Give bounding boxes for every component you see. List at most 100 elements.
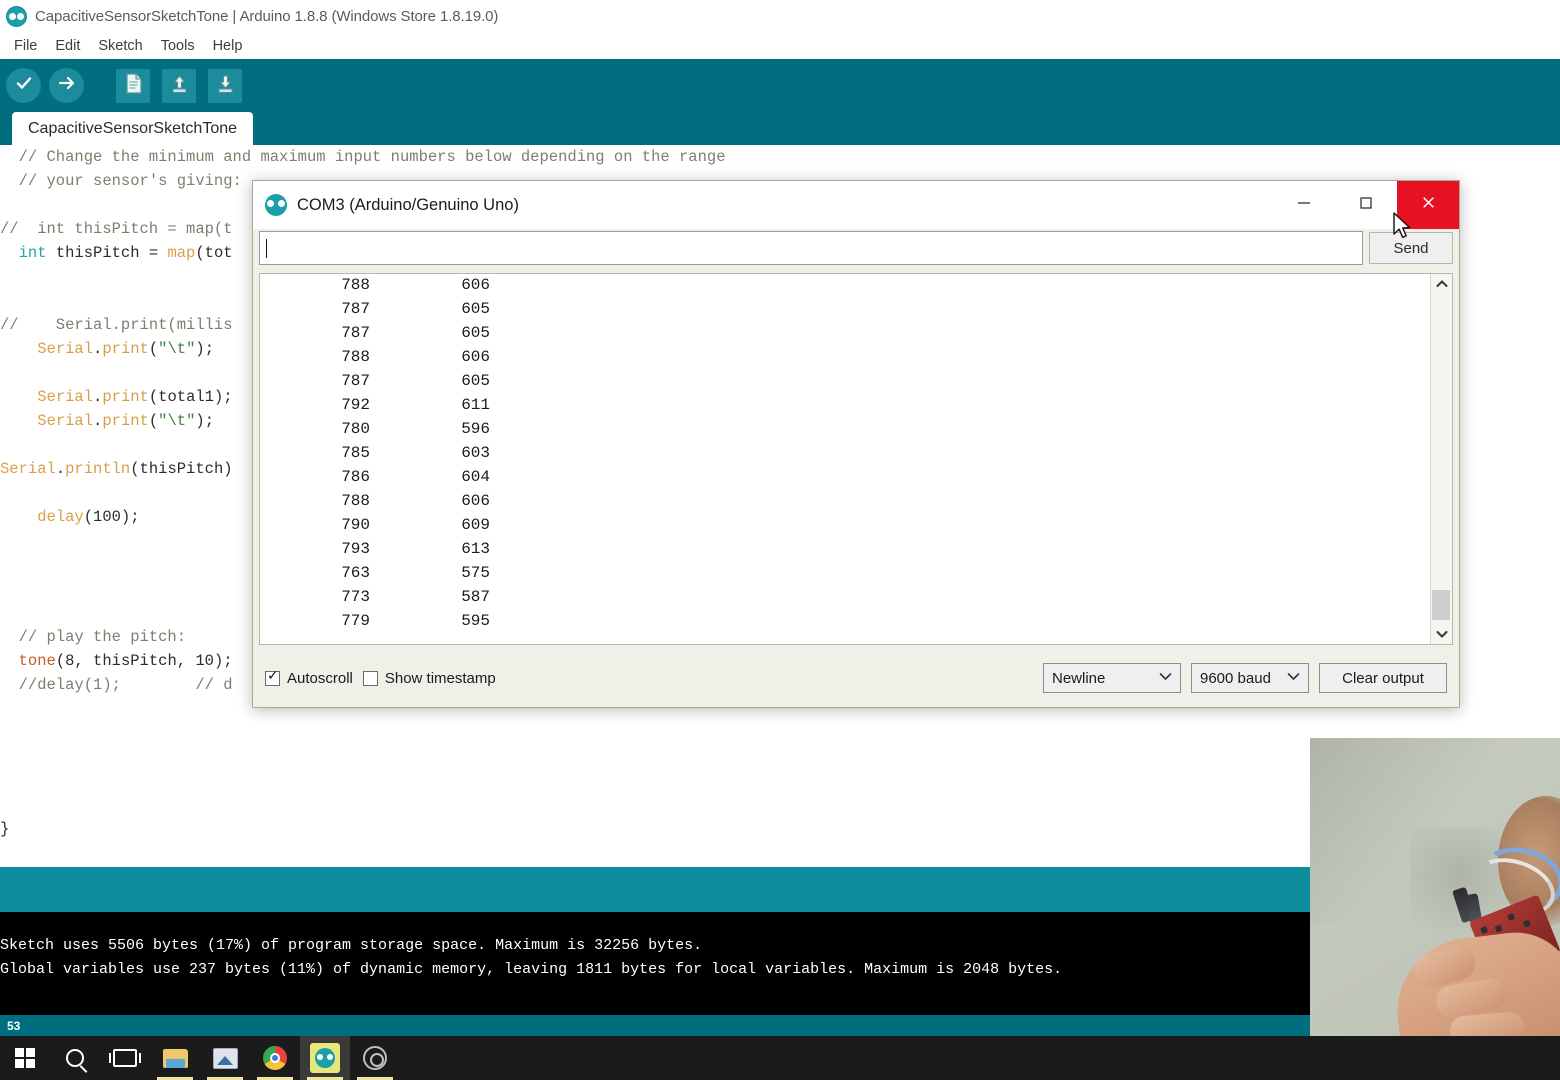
minimize-icon	[1296, 195, 1312, 216]
menu-item-file[interactable]: File	[6, 36, 45, 56]
output-row: 793 613	[260, 540, 1452, 564]
show-timestamp-label: Show timestamp	[384, 669, 496, 687]
output-col1: 785	[341, 444, 370, 462]
scrollbar-thumb[interactable]	[1432, 590, 1450, 620]
output-col2: 595	[461, 612, 490, 630]
baud-rate-select[interactable]: 9600 baud	[1191, 663, 1309, 693]
output-col2: 603	[461, 444, 490, 462]
show-timestamp-checkbox[interactable]: Show timestamp	[362, 669, 496, 687]
output-col1: 788	[341, 276, 370, 294]
output-row: 779 595	[260, 612, 1452, 636]
output-col1: 790	[341, 516, 370, 534]
output-col2: 605	[461, 372, 490, 390]
upload-button[interactable]	[49, 68, 84, 103]
output-col1: 763	[341, 564, 370, 582]
output-row: 763 575	[260, 564, 1452, 588]
output-row: 790 609	[260, 516, 1452, 540]
output-row: 788 606	[260, 492, 1452, 516]
autoscroll-label: Autoscroll	[287, 669, 353, 687]
checkbox-icon	[362, 670, 378, 686]
arduino-logo-icon	[6, 6, 27, 27]
start-button[interactable]	[0, 1036, 50, 1080]
output-col1: 780	[341, 420, 370, 438]
photos-button[interactable]	[200, 1036, 250, 1080]
baud-rate-value: 9600 baud	[1200, 669, 1271, 687]
minimize-button[interactable]	[1273, 181, 1335, 229]
output-col2: 596	[461, 420, 490, 438]
output-col1: 793	[341, 540, 370, 558]
arduino-taskbar-button[interactable]	[300, 1036, 350, 1080]
output-col1: 787	[341, 372, 370, 390]
clear-output-button[interactable]: Clear output	[1319, 663, 1447, 693]
serial-monitor-dialog: COM3 (Arduino/Genuino Uno) Send 788 606 …	[252, 180, 1460, 708]
chevron-down-icon	[1277, 672, 1300, 684]
output-col2: 606	[461, 492, 490, 510]
serial-output-area[interactable]: 788 606 787 605 787 605 788 606 787 605 792 61…	[259, 273, 1453, 645]
arduino-logo-icon	[310, 1043, 340, 1073]
task-view-button[interactable]	[100, 1036, 150, 1080]
serial-send-input[interactable]	[259, 231, 1363, 265]
close-icon	[1420, 194, 1437, 216]
menu-item-edit[interactable]: Edit	[47, 36, 88, 56]
photos-icon	[212, 1047, 238, 1069]
menu-bar: File Edit Sketch Tools Help	[0, 33, 1560, 59]
webcam-overlay	[1310, 738, 1560, 1080]
arduino-logo-icon	[265, 194, 287, 216]
arrow-right-icon	[57, 73, 77, 98]
chrome-button[interactable]	[250, 1036, 300, 1080]
windows-taskbar	[0, 1036, 1560, 1080]
task-view-icon	[109, 1049, 141, 1067]
send-button-label: Send	[1393, 239, 1429, 257]
output-col2: 605	[461, 324, 490, 342]
windows-logo-icon	[15, 1048, 35, 1068]
new-file-icon	[124, 72, 143, 99]
code-text: //delay(1); // d	[0, 676, 233, 694]
chevron-down-icon	[1149, 672, 1172, 684]
chevron-up-icon[interactable]	[1431, 274, 1452, 294]
output-row: 786 604	[260, 468, 1452, 492]
folder-icon	[162, 1048, 188, 1068]
code-text: // your sensor's giving:	[0, 172, 242, 190]
close-button[interactable]	[1397, 181, 1459, 229]
output-col1: 788	[341, 492, 370, 510]
tab-strip: CapacitiveSensorSketchTone	[0, 112, 1560, 145]
chevron-down-icon[interactable]	[1431, 624, 1452, 644]
verify-button[interactable]	[6, 68, 41, 103]
maximize-icon	[1358, 195, 1374, 216]
line-ending-value: Newline	[1052, 669, 1106, 687]
maximize-button[interactable]	[1335, 181, 1397, 229]
text-caret	[266, 238, 267, 258]
line-ending-select[interactable]: Newline	[1043, 663, 1181, 693]
output-col2: 587	[461, 588, 490, 606]
menu-item-sketch[interactable]: Sketch	[90, 36, 150, 56]
output-col2: 606	[461, 276, 490, 294]
checkmark-icon	[14, 73, 34, 98]
code-text: // int thisPitch = map(t	[0, 220, 233, 238]
obs-button[interactable]	[350, 1036, 400, 1080]
output-col1: 788	[341, 348, 370, 366]
toolbar	[0, 59, 1560, 112]
menu-item-tools[interactable]: Tools	[153, 36, 203, 56]
menu-item-help[interactable]: Help	[205, 36, 251, 56]
file-explorer-button[interactable]	[150, 1036, 200, 1080]
sketch-tab[interactable]: CapacitiveSensorSketchTone	[12, 112, 254, 145]
autoscroll-checkbox[interactable]: Autoscroll	[265, 668, 353, 687]
save-button[interactable]	[208, 68, 242, 103]
output-row: 792 611	[260, 396, 1452, 420]
search-button[interactable]	[50, 1036, 100, 1080]
output-col2: 605	[461, 300, 490, 318]
new-button[interactable]	[116, 68, 150, 103]
output-row: 787 605	[260, 324, 1452, 348]
arrow-up-icon	[170, 73, 189, 99]
output-col1: 787	[341, 324, 370, 342]
code-text: // Serial.print(millis	[0, 316, 233, 334]
serial-output-scrollbar[interactable]	[1430, 274, 1452, 644]
output-col1: 786	[341, 468, 370, 486]
output-col2: 606	[461, 348, 490, 366]
serial-monitor-footer: Autoscroll Show timestamp Newline 9600 b…	[253, 649, 1459, 707]
open-button[interactable]	[162, 68, 196, 103]
output-row: 788 606	[260, 348, 1452, 372]
clear-output-label: Clear output	[1342, 669, 1424, 687]
output-col1: 773	[341, 588, 370, 606]
send-button[interactable]: Send	[1369, 232, 1453, 264]
